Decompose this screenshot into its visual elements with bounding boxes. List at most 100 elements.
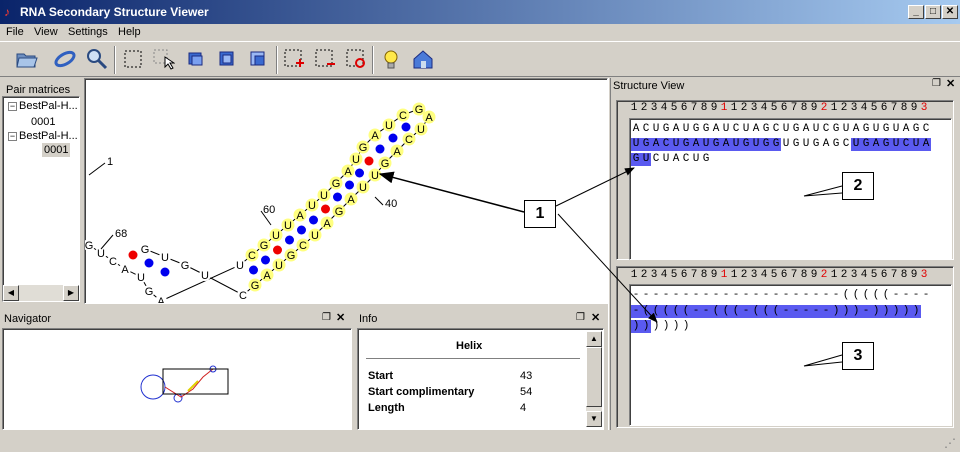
resize-grip-icon[interactable]: ⋰ — [944, 436, 958, 450]
close-button[interactable]: ✕ — [942, 5, 958, 19]
menu-file[interactable]: File — [6, 25, 24, 39]
nucleotide[interactable]: U — [368, 168, 382, 183]
scroll-up-arrow[interactable]: ▲ — [586, 331, 602, 347]
base-pair-dot[interactable] — [249, 265, 258, 275]
pointer-button[interactable] — [150, 46, 176, 72]
nucleotide[interactable]: G — [356, 140, 370, 155]
nucleotide[interactable]: G — [248, 278, 262, 293]
menu-settings[interactable]: Settings — [68, 25, 108, 39]
nucleotide[interactable]: C — [296, 238, 310, 253]
base-pair-dot[interactable] — [388, 133, 398, 143]
base-pair-dot[interactable] — [128, 250, 138, 260]
nucleotide[interactable]: G — [332, 204, 346, 219]
base-pair-dot[interactable] — [309, 215, 318, 225]
nucleotide[interactable]: G — [378, 156, 392, 171]
nucleotide[interactable]: U — [349, 152, 363, 167]
menu-view[interactable]: View — [34, 25, 58, 39]
base-pair-dot[interactable] — [364, 156, 374, 166]
close-icon[interactable]: ✕ — [591, 311, 600, 324]
rna-structure-drawing[interactable]: GUCAUGAUCGUUAUUGAUGAUC GAUCAGUUAGAUCGUAGC… — [85, 79, 608, 304]
nucleotide[interactable]: A — [119, 263, 131, 276]
nucleotide[interactable]: U — [281, 218, 295, 233]
nucleotide[interactable]: U — [269, 228, 283, 243]
nucleotide[interactable]: A — [293, 208, 307, 223]
add-region-button[interactable] — [281, 46, 307, 72]
nucleotide[interactable]: C — [107, 255, 119, 268]
structure-canvas[interactable]: GUCAUGAUCGUUAUUGAUGAUCGAUCAGUUAGAUCGUAGC… — [84, 78, 608, 304]
nucleotide[interactable]: G — [284, 248, 298, 263]
base-pair-dot[interactable] — [321, 204, 330, 214]
viewport-rect[interactable] — [162, 368, 229, 395]
scroll-left-arrow[interactable]: ◀ — [3, 285, 19, 301]
vertical-splitter[interactable] — [608, 78, 611, 430]
nucleotide[interactable]: A — [260, 268, 274, 283]
undock-icon[interactable]: ❐ — [576, 312, 585, 323]
nucleotide[interactable]: G — [329, 176, 343, 191]
nucleotide[interactable]: C — [402, 132, 416, 147]
nucleotide[interactable]: A — [390, 144, 404, 159]
nucleotide[interactable]: A — [344, 192, 358, 207]
undock-icon[interactable]: ❐ — [932, 78, 941, 89]
undock-icon[interactable]: ❐ — [322, 312, 331, 323]
base-pair-dot[interactable] — [144, 258, 154, 268]
nucleotide[interactable]: G — [85, 239, 95, 252]
nucleotide[interactable]: A — [368, 128, 382, 143]
base-pair-dot[interactable] — [285, 235, 294, 245]
tree-item-bestpal-1[interactable]: BestPal-H... — [19, 99, 78, 113]
navigator-canvas[interactable] — [2, 328, 352, 430]
nucleotide[interactable]: C — [237, 289, 249, 302]
hint-button[interactable] — [378, 46, 404, 72]
base-pair-dot[interactable] — [333, 192, 342, 202]
scroll-right-arrow[interactable]: ▶ — [63, 285, 79, 301]
nucleotide[interactable]: U — [317, 188, 331, 203]
base-pair-dot[interactable] — [401, 122, 411, 132]
nucleotide[interactable]: G — [143, 285, 155, 298]
nucleotide[interactable]: U — [308, 228, 322, 243]
scroll-down-arrow[interactable]: ▼ — [586, 411, 602, 427]
nucleotide[interactable]: U — [272, 258, 286, 273]
refresh-region-button[interactable] — [343, 46, 369, 72]
menu-help[interactable]: Help — [118, 25, 141, 39]
base-pair-dot[interactable] — [261, 255, 270, 265]
window-2-button[interactable] — [214, 46, 240, 72]
search-button[interactable] — [84, 46, 110, 72]
collapse-icon[interactable]: − — [8, 132, 17, 141]
nucleotide[interactable]: G — [179, 259, 191, 272]
tree-item-bestpal-2[interactable]: BestPal-H... — [19, 129, 78, 143]
link-button[interactable] — [52, 46, 78, 72]
nucleotide[interactable]: U — [414, 122, 428, 137]
window-1-button[interactable] — [183, 46, 209, 72]
base-pair-dot[interactable] — [160, 267, 170, 277]
nucleotide[interactable]: C — [245, 248, 259, 263]
nucleotide[interactable]: G — [139, 243, 151, 256]
nucleotide[interactable]: U — [135, 271, 147, 284]
nucleotide[interactable]: U — [382, 118, 396, 133]
nucleotide[interactable]: U — [159, 251, 171, 264]
close-icon[interactable]: ✕ — [946, 77, 955, 90]
minimize-button[interactable]: _ — [908, 5, 924, 19]
base-pair-dot[interactable] — [345, 180, 354, 190]
vertical-scrollbar-track[interactable] — [586, 347, 602, 411]
nucleotide[interactable]: C — [396, 108, 410, 123]
navigator-overview[interactable] — [3, 329, 353, 431]
close-icon[interactable]: ✕ — [336, 311, 345, 324]
nucleotide[interactable]: A — [341, 164, 355, 179]
remove-region-button[interactable] — [312, 46, 338, 72]
nucleotide[interactable]: U — [199, 269, 211, 282]
open-button[interactable] — [14, 46, 40, 72]
nucleotide[interactable]: U — [305, 198, 319, 213]
home-button[interactable] — [410, 46, 436, 72]
base-pair-dot[interactable] — [355, 168, 364, 178]
nucleotide[interactable]: U — [356, 180, 370, 195]
maximize-button[interactable]: □ — [925, 5, 941, 19]
nucleotide[interactable]: G — [257, 238, 271, 253]
base-pair-dot[interactable] — [297, 225, 306, 235]
tree-item-0001-2-selected[interactable]: 0001 — [42, 143, 71, 157]
nucleotide[interactable]: A — [155, 295, 167, 304]
nucleotide[interactable]: A — [320, 216, 334, 231]
base-pair-dot[interactable] — [375, 144, 385, 154]
nucleotide[interactable]: U — [234, 259, 246, 272]
scroll-thumb[interactable] — [586, 347, 602, 407]
tree-item-0001-1[interactable]: 0001 — [31, 115, 55, 129]
select-rect-button[interactable] — [120, 46, 146, 72]
